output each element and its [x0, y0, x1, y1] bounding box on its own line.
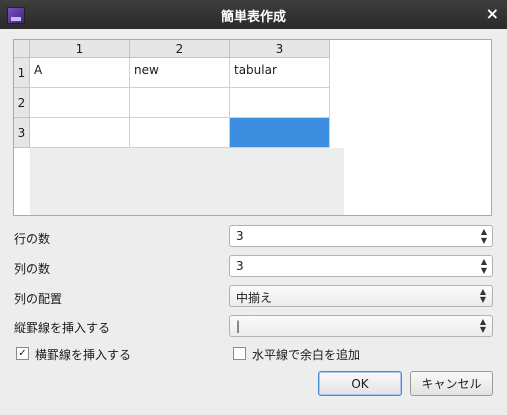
- cols-label: 列の数: [14, 262, 51, 276]
- spin-arrows-icon[interactable]: ▲ ▼: [478, 257, 490, 275]
- combo-arrows-icon: ▲ ▼: [479, 317, 486, 334]
- table-cell[interactable]: [230, 88, 330, 118]
- vlines-combobox[interactable]: | ▲ ▼: [229, 315, 493, 337]
- close-icon[interactable]: ×: [486, 4, 499, 23]
- column-header-3[interactable]: 3: [230, 40, 330, 58]
- table-cell[interactable]: tabular: [230, 58, 330, 88]
- table-empty-area: [30, 148, 344, 215]
- table-corner: [14, 40, 30, 58]
- vlines-label: 縦罫線を挿入する: [14, 321, 111, 335]
- rows-value: 3: [236, 229, 244, 243]
- table-cell[interactable]: [30, 118, 130, 148]
- rows-label: 行の数: [14, 232, 51, 246]
- hlines-label[interactable]: 横罫線を挿入する: [35, 346, 131, 363]
- table-cell-selected[interactable]: [230, 118, 330, 148]
- ok-button[interactable]: OK: [318, 371, 402, 396]
- table-cell[interactable]: [130, 88, 230, 118]
- combo-arrows-icon: ▲ ▼: [479, 287, 486, 304]
- cancel-button[interactable]: キャンセル: [410, 371, 493, 396]
- cols-value: 3: [236, 259, 244, 273]
- row-header-2[interactable]: 2: [14, 88, 30, 118]
- table-preview: 1 2 3 1 2 3 A new tabular: [13, 39, 492, 216]
- column-header-2[interactable]: 2: [130, 40, 230, 58]
- table-cell[interactable]: new: [130, 58, 230, 88]
- spin-arrows-icon[interactable]: ▲ ▼: [478, 227, 490, 245]
- window-title: 簡単表作成: [220, 10, 286, 25]
- align-label: 列の配置: [14, 292, 63, 306]
- align-combobox[interactable]: 中揃え ▲ ▼: [229, 285, 493, 307]
- row-header-1[interactable]: 1: [14, 58, 30, 88]
- cols-spinbox[interactable]: 3 ▲ ▼: [229, 255, 493, 277]
- rows-spinbox[interactable]: 3 ▲ ▼: [229, 225, 493, 247]
- vlines-value: |: [236, 319, 241, 333]
- table-cell[interactable]: [30, 88, 130, 118]
- column-header-1[interactable]: 1: [30, 40, 130, 58]
- hlines-checkbox[interactable]: ✓: [16, 347, 29, 360]
- table-cell[interactable]: [130, 118, 230, 148]
- space-label[interactable]: 水平線で余白を追加: [252, 346, 360, 363]
- space-checkbox[interactable]: [233, 347, 246, 360]
- align-value: 中揃え: [236, 291, 273, 305]
- table-cell[interactable]: A: [30, 58, 130, 88]
- row-header-3[interactable]: 3: [14, 118, 30, 148]
- title-bar: 簡単表作成 ×: [0, 0, 507, 29]
